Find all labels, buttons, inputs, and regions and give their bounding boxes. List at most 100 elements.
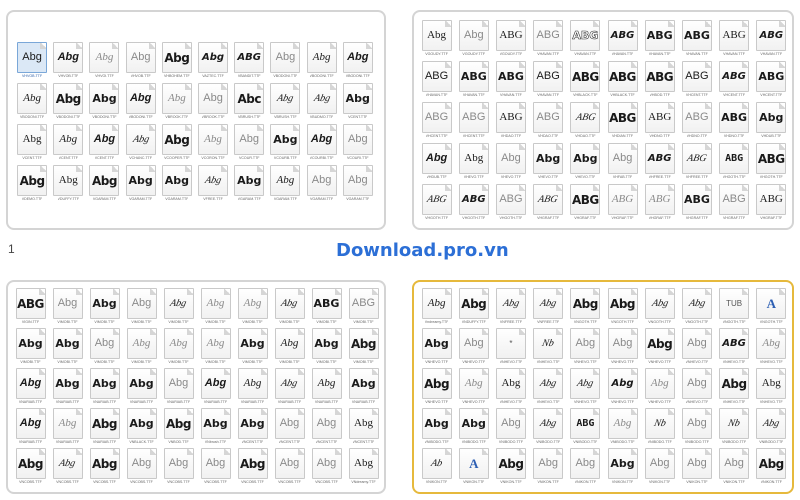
font-file-item[interactable]: ABG VHDAO.TTF bbox=[567, 102, 604, 143]
font-folder-panel-4[interactable]: Abg Vndreamy.TTF Abg VNDUFFY.TTF Abg VNFREE.T… bbox=[412, 280, 794, 494]
font-file-item[interactable]: Abg VBRUSH.TTF bbox=[267, 83, 303, 124]
font-file-item[interactable]: Abg VIMOBI.TTF bbox=[123, 288, 160, 328]
font-file-item[interactable]: Abg VNARIAB.TTF bbox=[271, 368, 308, 408]
font-file-item[interactable]: Abg VNARIAB.TTF bbox=[234, 368, 271, 408]
font-file-item[interactable]: A VNIKON.TTF bbox=[455, 448, 492, 488]
font-file-item[interactable]: Abg VNCENT.TTF bbox=[308, 408, 345, 448]
font-file-item[interactable]: Abg VIMOBI.TTF bbox=[12, 328, 49, 368]
font-file-item[interactable]: Abg VNHEVO.TTF bbox=[641, 328, 678, 368]
font-file-item[interactable]: ABG VGOUDY.TTF bbox=[492, 20, 529, 61]
font-file-item[interactable]: Abg VNARIAB.TTF bbox=[160, 368, 197, 408]
font-folder-panel-3[interactable]: ABG VIGIN.TTF Abg VIMOBI.TTF Abg VIMOBI.TTF Ab… bbox=[6, 280, 386, 494]
font-file-item[interactable]: Abg VBODONI.TTF bbox=[14, 83, 50, 124]
font-file-item[interactable]: Abg VBODONI.TTF bbox=[123, 83, 159, 124]
font-file-item[interactable]: * VNHEVO.TTF bbox=[492, 328, 529, 368]
font-file-item[interactable]: Abg VGARAM.TTF bbox=[123, 165, 159, 206]
font-file-item[interactable]: Abg VIMOBI.TTF bbox=[160, 288, 197, 328]
font-file-item[interactable]: Abg VNHEVO.TTF bbox=[753, 368, 790, 408]
font-file-item[interactable]: Abg VNCOBS.TTF bbox=[123, 448, 160, 488]
font-file-item[interactable]: Abg VCENT.TTF bbox=[14, 124, 50, 165]
font-file-item[interactable]: ABG VHGOTH.TTF bbox=[753, 143, 790, 184]
font-file-item[interactable]: Abg VNCOBS.TTF bbox=[86, 448, 123, 488]
font-file-item[interactable]: Abg VCENT.TTF bbox=[50, 124, 86, 165]
font-file-item[interactable]: ABG VHAVAN.TTF bbox=[567, 20, 604, 61]
font-file-item[interactable]: ABG VHGRAF.TTF bbox=[678, 184, 715, 225]
font-file-item[interactable]: Abg VNIBODO.TTF bbox=[678, 408, 715, 448]
font-file-item[interactable]: Abg VNARIAB.TTF bbox=[12, 408, 49, 448]
font-file-item[interactable]: Abg VNBLACK.TTF bbox=[123, 408, 160, 448]
font-file-item[interactable]: Abg VNHEVO.TTF bbox=[455, 328, 492, 368]
font-file-item[interactable]: Abg VNbrush.TTF bbox=[197, 408, 234, 448]
font-file-item[interactable]: Abg VIMOBI.TTF bbox=[271, 328, 308, 368]
font-file-item[interactable]: Abg VGARAM.TTF bbox=[231, 165, 267, 206]
font-file-item[interactable]: Abg VGARAM.TTF bbox=[86, 165, 122, 206]
font-file-item[interactable]: Abg VNARIAB.TTF bbox=[49, 368, 86, 408]
font-file-item[interactable]: ABG VHCENT.TTF bbox=[455, 102, 492, 143]
font-file-item[interactable]: Abg VNARIAB.TTF bbox=[49, 408, 86, 448]
font-file-item[interactable]: Abg VNHEVO.TTF bbox=[678, 368, 715, 408]
font-file-item[interactable]: Abg VGARAM.TTF bbox=[159, 165, 195, 206]
font-file-item[interactable]: Abg VNCOBS.TTF bbox=[197, 448, 234, 488]
font-file-item[interactable]: Abg VCOOPER.TTF bbox=[159, 124, 195, 165]
font-file-item[interactable]: Abg VNCENT.TTF bbox=[345, 408, 382, 448]
font-file-item[interactable]: Abg VNBOD.TTF bbox=[160, 408, 197, 448]
font-folder-panel-2[interactable]: Abg VGOUDY.TTF Abg VGOUDY.TTF ABG VGOUDY.TTF A… bbox=[412, 10, 794, 230]
font-file-item[interactable]: ABG VIGIN.TTF bbox=[12, 288, 49, 328]
font-file-item[interactable]: Abg VNFREE.TTF bbox=[530, 288, 567, 328]
font-file-item[interactable]: Abg VGARAM.TTF bbox=[267, 165, 303, 206]
font-file-item[interactable]: Abg VIMOBI.TTF bbox=[86, 328, 123, 368]
font-file-item[interactable]: Abg VNCENT.TTF bbox=[234, 408, 271, 448]
font-file-item[interactable]: ABG VHGRAF.TTF bbox=[753, 184, 790, 225]
font-file-item[interactable]: Abg VNIBODO.TTF bbox=[455, 408, 492, 448]
font-file-item[interactable]: Abg VHVOB.TTF bbox=[50, 42, 86, 83]
font-file-item[interactable]: Abg VNDUFFY.TTF bbox=[455, 288, 492, 328]
font-file-item[interactable]: Abg Vndreamy.TTF bbox=[418, 288, 455, 328]
font-file-item[interactable]: Abg VIMOBI.TTF bbox=[123, 328, 160, 368]
font-file-item[interactable]: Abg VNdreamy.TTF bbox=[345, 448, 382, 488]
font-file-item[interactable]: Abg VDUFFY.TTF bbox=[50, 165, 86, 206]
font-file-item[interactable]: Abg VCHANC.TTF bbox=[123, 124, 159, 165]
font-file-item[interactable]: Abg VIMOBI.TTF bbox=[345, 328, 382, 368]
font-file-item[interactable]: Abg VNIKON.TTF bbox=[678, 448, 715, 488]
font-file-item[interactable]: Abg VCOURB.TTF bbox=[267, 124, 303, 165]
font-file-item[interactable]: Abg VNIKON.TTF bbox=[492, 448, 529, 488]
font-file-item[interactable]: Abg VDEMO.TTF bbox=[14, 165, 50, 206]
font-file-item[interactable]: Abg VBODONI.TTF bbox=[50, 83, 86, 124]
font-file-item[interactable]: Abg VIMOBI.TTF bbox=[197, 328, 234, 368]
font-file-item[interactable]: ABG VHGRAF.TTF bbox=[716, 184, 753, 225]
font-file-item[interactable]: Abg VNCENT.TTF bbox=[271, 408, 308, 448]
font-file-item[interactable]: Abg VBODONI.TTF bbox=[340, 42, 376, 83]
font-file-item[interactable]: Nb VNIBODO.TTF bbox=[641, 408, 678, 448]
font-file-item[interactable]: ABG VHAVAN.TTF bbox=[455, 61, 492, 102]
font-file-item[interactable]: ABG VIMOBI.TTF bbox=[345, 288, 382, 328]
font-file-item[interactable]: Abg VBODONI.TTF bbox=[267, 42, 303, 83]
font-file-item[interactable]: Abg VNHEVO.TTF bbox=[530, 368, 567, 408]
font-file-item[interactable]: Abg VNARIAB.TTF bbox=[345, 368, 382, 408]
font-file-item[interactable]: Abg VNIBODO.TTF bbox=[753, 408, 790, 448]
font-file-item[interactable]: Abg VNIBODO.TTF bbox=[418, 408, 455, 448]
font-file-item[interactable]: Ab VNIKON.TTF bbox=[418, 448, 455, 488]
font-file-item[interactable]: ABG VHBLACK.TTF bbox=[567, 61, 604, 102]
font-file-item[interactable]: Abg VNHEVO.TTF bbox=[492, 368, 529, 408]
font-file-item[interactable]: TUB VNGOTH.TTF bbox=[716, 288, 753, 328]
font-file-item[interactable]: ABG VHGRAF.TTF bbox=[567, 184, 604, 225]
font-file-item[interactable]: Abg VIMOBI.TTF bbox=[86, 288, 123, 328]
font-file-item[interactable]: Abg VGOUDY.TTF bbox=[418, 20, 455, 61]
font-file-item[interactable]: Abg VGOUDY.TTF bbox=[455, 20, 492, 61]
font-file-item[interactable]: Abg VHEVO.TTF bbox=[455, 143, 492, 184]
font-file-item[interactable]: ABG VHAVAN.TTF bbox=[530, 61, 567, 102]
font-file-item[interactable]: Abg VIMOBI.TTF bbox=[234, 328, 271, 368]
font-file-item[interactable]: ABG VHFREE.TTF bbox=[641, 143, 678, 184]
font-file-item[interactable]: Abg VNGOTH.TTF bbox=[678, 288, 715, 328]
font-file-item[interactable]: ABG VHCENT.TTF bbox=[716, 61, 753, 102]
font-file-item[interactable]: Abg VNHEVO.TTF bbox=[604, 368, 641, 408]
font-file-item[interactable]: ABG VHAVAN.TTF bbox=[418, 61, 455, 102]
font-file-item[interactable]: ABG VHGRAF.TTF bbox=[641, 184, 678, 225]
font-file-item[interactable]: Abg VNHEVO.TTF bbox=[641, 368, 678, 408]
font-file-item[interactable]: ABG VBANDIT.TTF bbox=[231, 42, 267, 83]
font-file-item[interactable]: Abg VNGOTH.TTF bbox=[604, 288, 641, 328]
font-file-item[interactable]: Abg VHDUB.TTF bbox=[418, 143, 455, 184]
font-file-item[interactable]: Abg VNARIAB.TTF bbox=[12, 368, 49, 408]
font-file-item[interactable]: ABG VHBLACK.TTF bbox=[604, 61, 641, 102]
font-file-item[interactable]: Nb VNHEVO.TTF bbox=[530, 328, 567, 368]
